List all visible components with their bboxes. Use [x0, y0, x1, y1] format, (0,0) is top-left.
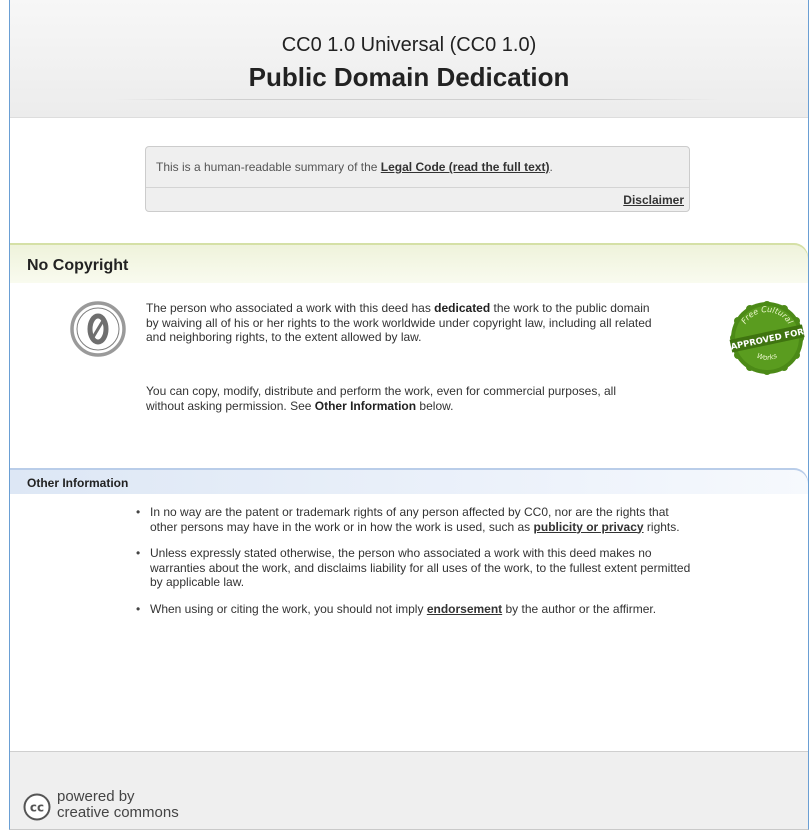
- page-footer: cc powered by creative commons: [10, 751, 808, 829]
- disclaimer-link[interactable]: Disclaimer: [623, 193, 684, 207]
- legal-code-link[interactable]: Legal Code (read the full text): [381, 160, 550, 174]
- summary-text: This is a human-readable summary of the …: [156, 160, 553, 174]
- bullet3-text-a: When using or citing the work, you shoul…: [150, 601, 427, 616]
- powered-by-text: powered by: [57, 788, 135, 805]
- bullet1-text-c: rights.: [643, 519, 680, 534]
- powered-by-link[interactable]: powered by creative commons: [57, 789, 179, 821]
- cc-logo-icon[interactable]: cc: [23, 793, 51, 821]
- deed-title: Public Domain Dedication: [248, 62, 570, 92]
- page-header: CC0 1.0 Universal (CC0 1.0) Public Domai…: [10, 0, 808, 118]
- permission-text-c: below.: [416, 398, 454, 413]
- other-information-band: Other Information: [10, 468, 808, 494]
- list-item: Unless expressly stated otherwise, the p…: [136, 546, 696, 590]
- permission-paragraph: You can copy, modify, distribute and per…: [146, 384, 656, 413]
- summary-text-before: This is a human-readable summary of the: [156, 160, 381, 174]
- summary-divider: [146, 187, 689, 188]
- dedication-text-a: The person who associated a work with th…: [146, 301, 435, 315]
- cc-logo-text: cc: [30, 801, 44, 815]
- endorsement-link[interactable]: endorsement: [427, 602, 502, 616]
- summary-text-after: .: [549, 160, 553, 174]
- other-information-reference: Other Information: [314, 398, 417, 413]
- list-item: In no way are the patent or trademark ri…: [136, 505, 696, 534]
- creative-commons-text: creative commons: [57, 804, 179, 821]
- cc-zero-icon: [70, 301, 126, 357]
- no-copyright-band: No Copyright: [10, 243, 808, 283]
- summary-box: This is a human-readable summary of the …: [145, 146, 690, 212]
- bullet2-text: Unless expressly stated otherwise, the p…: [150, 546, 691, 589]
- deed-title-version: CC0 1.0 Universal (CC0 1.0): [281, 34, 537, 56]
- publicity-privacy-link[interactable]: publicity or privacy: [534, 520, 644, 534]
- page-frame: CC0 1.0 Universal (CC0 1.0) Public Domai…: [9, 0, 809, 830]
- other-information-heading: Other Information: [27, 476, 129, 490]
- bullet3-text-c: by the author or the affirmer.: [502, 601, 657, 616]
- header-divider: [115, 99, 718, 100]
- list-item: When using or citing the work, you shoul…: [136, 602, 696, 617]
- dedicated-emphasis: dedicated: [434, 301, 491, 315]
- approved-for-free-cultural-works-badge[interactable]: Free Cultural APPROVED FOR Works: [726, 297, 808, 379]
- dedication-paragraph: The person who associated a work with th…: [146, 301, 656, 345]
- no-copyright-heading: No Copyright: [27, 257, 129, 274]
- disclaimer-area: Disclaimer: [623, 193, 684, 207]
- other-information-list: In no way are the patent or trademark ri…: [136, 505, 696, 628]
